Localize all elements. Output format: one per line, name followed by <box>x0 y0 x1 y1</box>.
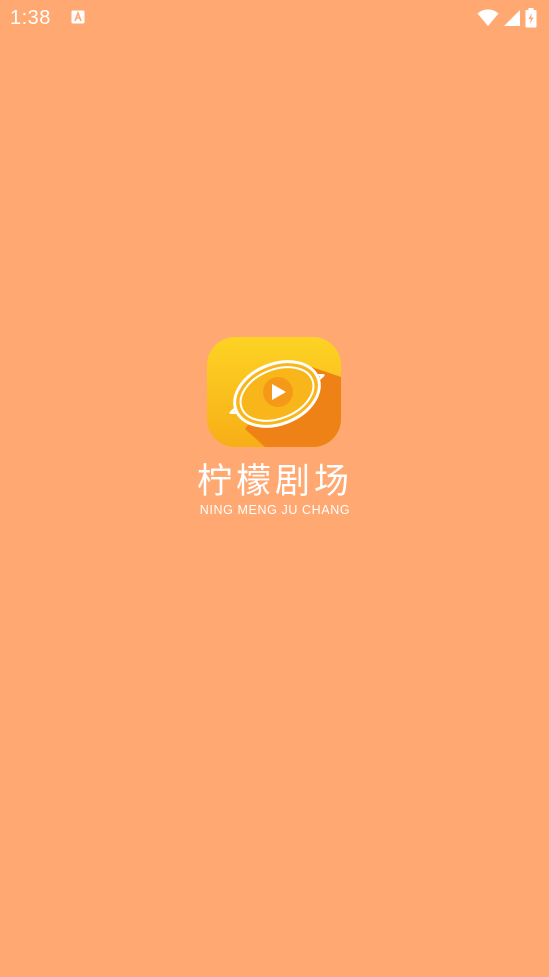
app-subtitle: NING MENG JU CHANG <box>199 503 351 517</box>
app-title: 柠檬剧场 <box>196 462 353 502</box>
status-icons <box>477 8 537 28</box>
signal-icon <box>504 10 520 26</box>
text-a-icon <box>71 10 85 24</box>
wifi-icon <box>477 9 499 26</box>
status-time: 1:38 <box>10 7 51 29</box>
battery-charging-icon <box>525 8 537 28</box>
lemon-play-icon <box>207 337 341 447</box>
status-bar: 1:38 <box>0 0 549 36</box>
